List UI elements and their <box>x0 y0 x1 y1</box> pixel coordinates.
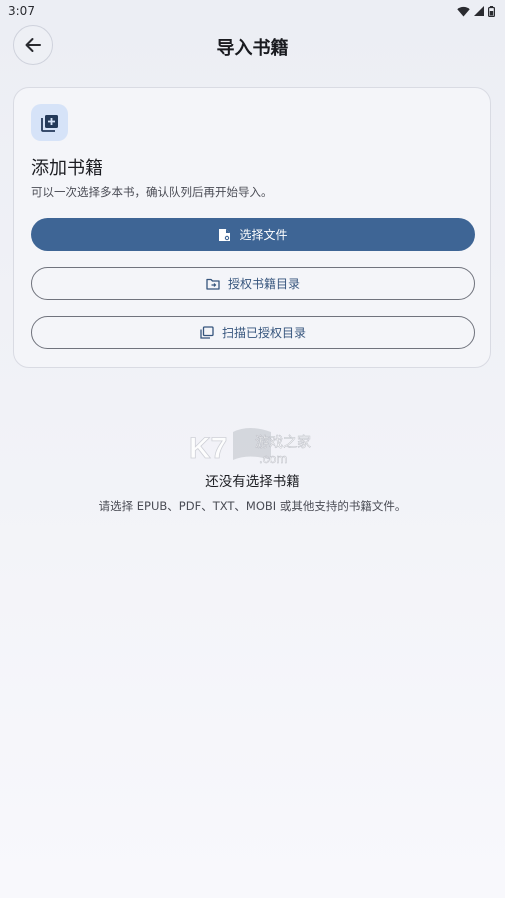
card-description: 可以一次选择多本书，确认队列后再开始导入。 <box>31 185 273 199</box>
watermark-logo: K7 游戏之家 .com <box>189 420 319 466</box>
file-icon <box>219 228 231 241</box>
svg-text:.com: .com <box>259 451 287 466</box>
wifi-icon <box>457 6 470 16</box>
status-time: 3:07 <box>8 4 35 18</box>
svg-text:K7: K7 <box>189 432 227 465</box>
scan-directories-label: 扫描已授权目录 <box>221 326 306 340</box>
authorize-directory-button[interactable]: 授权书籍目录 <box>31 267 475 300</box>
svg-text:游戏之家: 游戏之家 <box>255 434 311 451</box>
status-icons <box>457 5 495 17</box>
page-title: 导入书籍 <box>216 38 289 59</box>
add-books-card: 添加书籍 可以一次选择多本书，确认队列后再开始导入。 选择文件 授权书籍目录 扫… <box>13 87 491 368</box>
library-add-icon <box>40 114 58 132</box>
battery-icon <box>488 5 495 17</box>
card-title: 添加书籍 <box>31 158 103 179</box>
folder-open-icon <box>206 278 220 290</box>
scan-directories-button[interactable]: 扫描已授权目录 <box>31 316 475 349</box>
signal-icon <box>474 6 484 16</box>
card-icon-container <box>31 104 68 141</box>
authorize-directory-label: 授权书籍目录 <box>227 277 300 291</box>
empty-state: 还没有选择书籍 请选择 EPUB、PDF、TXT、MOBI 或其他支持的书籍文件… <box>0 470 505 514</box>
empty-state-title: 还没有选择书籍 <box>205 474 300 490</box>
select-files-button[interactable]: 选择文件 <box>31 218 475 251</box>
status-bar: 3:07 <box>0 0 505 22</box>
library-icon <box>200 326 214 339</box>
empty-state-description: 请选择 EPUB、PDF、TXT、MOBI 或其他支持的书籍文件。 <box>98 499 407 513</box>
select-files-label: 选择文件 <box>239 228 288 242</box>
app-bar: 导入书籍 <box>0 24 505 68</box>
